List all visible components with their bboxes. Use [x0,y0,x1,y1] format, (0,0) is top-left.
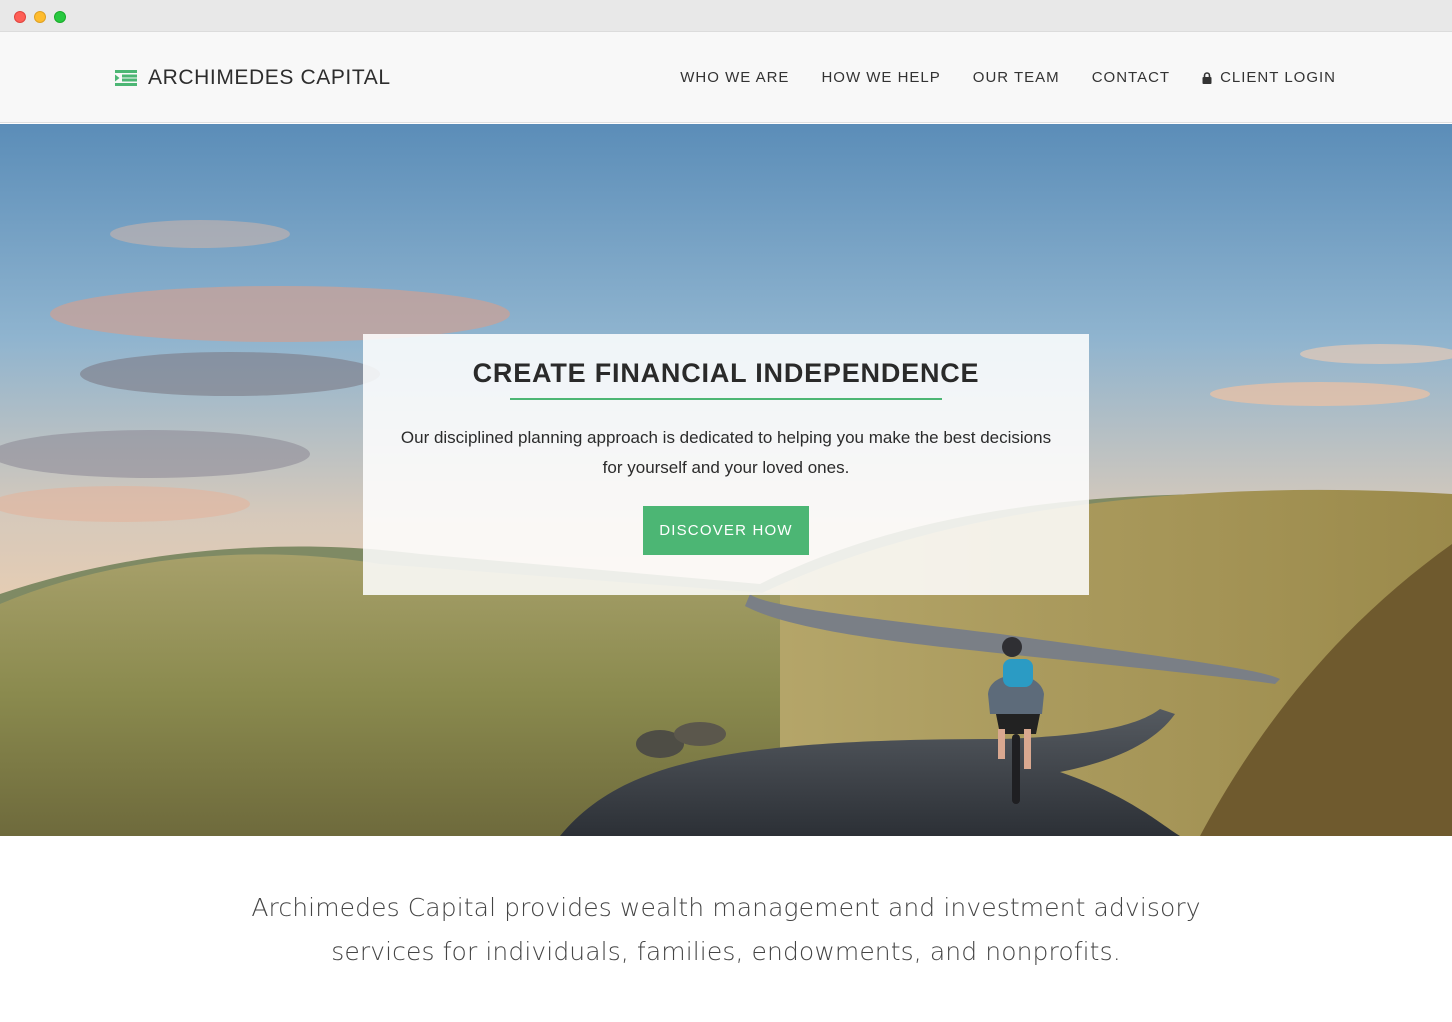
hero-section: CREATE FINANCIAL INDEPENDENCE Our discip… [0,124,1452,836]
close-window-button[interactable] [14,11,26,23]
brand-logo-link[interactable]: ARCHIMEDES CAPITAL [115,32,391,123]
nav-our-team[interactable]: OUR TEAM [973,69,1060,86]
site-header: ARCHIMEDES CAPITAL WHO WE ARE HOW WE HEL… [0,32,1452,123]
nav-client-login[interactable]: CLIENT LOGIN [1202,69,1336,86]
brand-name: ARCHIMEDES CAPITAL [148,65,391,89]
nav-client-login-label: CLIENT LOGIN [1220,69,1336,86]
minimize-window-button[interactable] [34,11,46,23]
nav-who-we-are[interactable]: WHO WE ARE [680,69,789,86]
hero-card: CREATE FINANCIAL INDEPENDENCE Our discip… [363,334,1089,595]
discover-how-button[interactable]: DISCOVER HOW [643,506,809,555]
main-nav: WHO WE ARE HOW WE HELP OUR TEAM CONTACT … [680,32,1336,123]
menu-list-icon [115,69,137,86]
nav-contact[interactable]: CONTACT [1092,69,1170,86]
maximize-window-button[interactable] [54,11,66,23]
nav-how-we-help[interactable]: HOW WE HELP [821,69,940,86]
lock-icon [1202,71,1212,84]
hero-description: Our disciplined planning approach is ded… [400,428,1052,477]
hero-title: CREATE FINANCIAL INDEPENDENCE [472,358,980,388]
intro-text: Archimedes Capital provides wealth manag… [251,893,1201,966]
intro-section: Archimedes Capital provides wealth manag… [0,836,1452,1022]
window-titlebar [0,0,1452,32]
hero-title-underline [510,398,942,400]
